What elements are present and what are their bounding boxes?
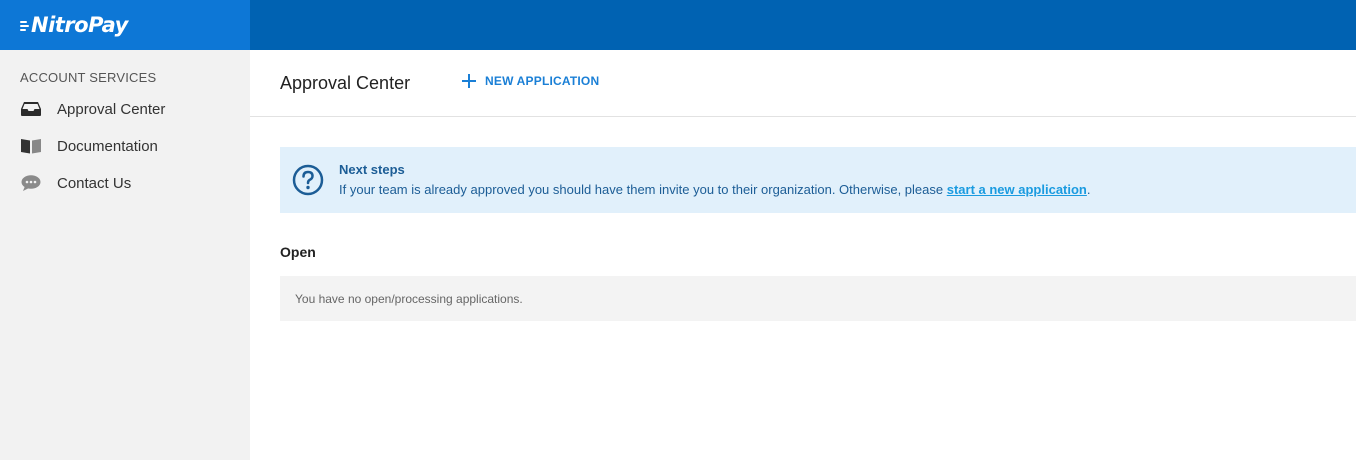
- nitropay-logo[interactable]: NitroPay: [20, 13, 128, 37]
- start-new-application-link[interactable]: start a new application: [947, 182, 1087, 197]
- sidebar-item-contact-us[interactable]: Contact Us: [20, 171, 131, 195]
- notice-body: If your team is already approved you sho…: [339, 182, 1091, 197]
- sidebar-item-documentation[interactable]: Documentation: [20, 134, 158, 158]
- next-steps-notice: Next steps If your team is already appro…: [280, 147, 1356, 213]
- sidebar-heading: ACCOUNT SERVICES: [20, 70, 157, 85]
- question-circle-icon: [292, 164, 324, 196]
- plus-icon: [462, 74, 476, 88]
- book-icon: [20, 137, 42, 155]
- sidebar-item-approval-center[interactable]: Approval Center: [20, 97, 165, 121]
- logo-text: NitroPay: [31, 13, 128, 37]
- notice-body-suffix: .: [1086, 182, 1091, 197]
- sidebar-item-label: Documentation: [57, 137, 158, 155]
- speed-lines-icon: [20, 19, 30, 31]
- new-application-label: NEW APPLICATION: [485, 74, 600, 88]
- notice-title: Next steps: [339, 162, 405, 177]
- page-header: Approval Center NEW APPLICATION: [250, 50, 1356, 117]
- empty-message: You have no open/processing applications…: [295, 292, 523, 306]
- inbox-icon: [20, 100, 42, 118]
- page-title: Approval Center: [280, 73, 411, 93]
- open-applications-list: You have no open/processing applications…: [280, 276, 1356, 321]
- sidebar: ACCOUNT SERVICES Approval Center Documen…: [0, 50, 250, 460]
- new-application-button[interactable]: NEW APPLICATION: [462, 74, 599, 88]
- notice-body-text: If your team is already approved you sho…: [339, 182, 947, 197]
- logo-area[interactable]: NitroPay: [0, 0, 250, 50]
- sidebar-item-label: Contact Us: [57, 174, 132, 192]
- open-section-title: Open: [280, 244, 316, 260]
- sidebar-item-label: Approval Center: [57, 100, 166, 118]
- chat-bubble-icon: [20, 174, 42, 192]
